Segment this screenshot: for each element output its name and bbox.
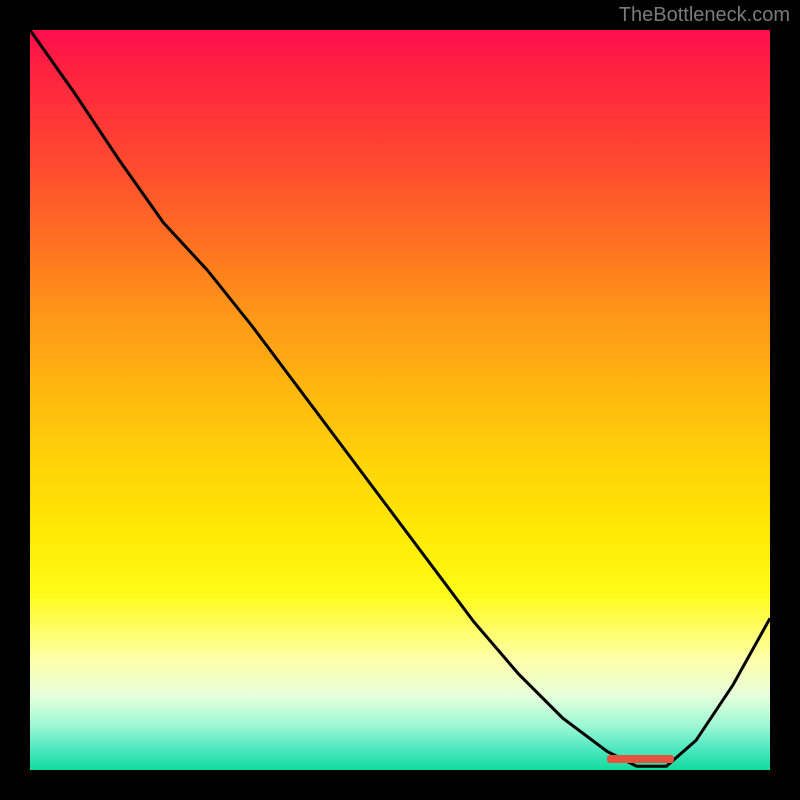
chart-plot-area [30, 30, 770, 770]
optimal-range-marker [607, 755, 674, 763]
bottleneck-curve [30, 30, 770, 770]
watermark-text: TheBottleneck.com [619, 4, 790, 27]
